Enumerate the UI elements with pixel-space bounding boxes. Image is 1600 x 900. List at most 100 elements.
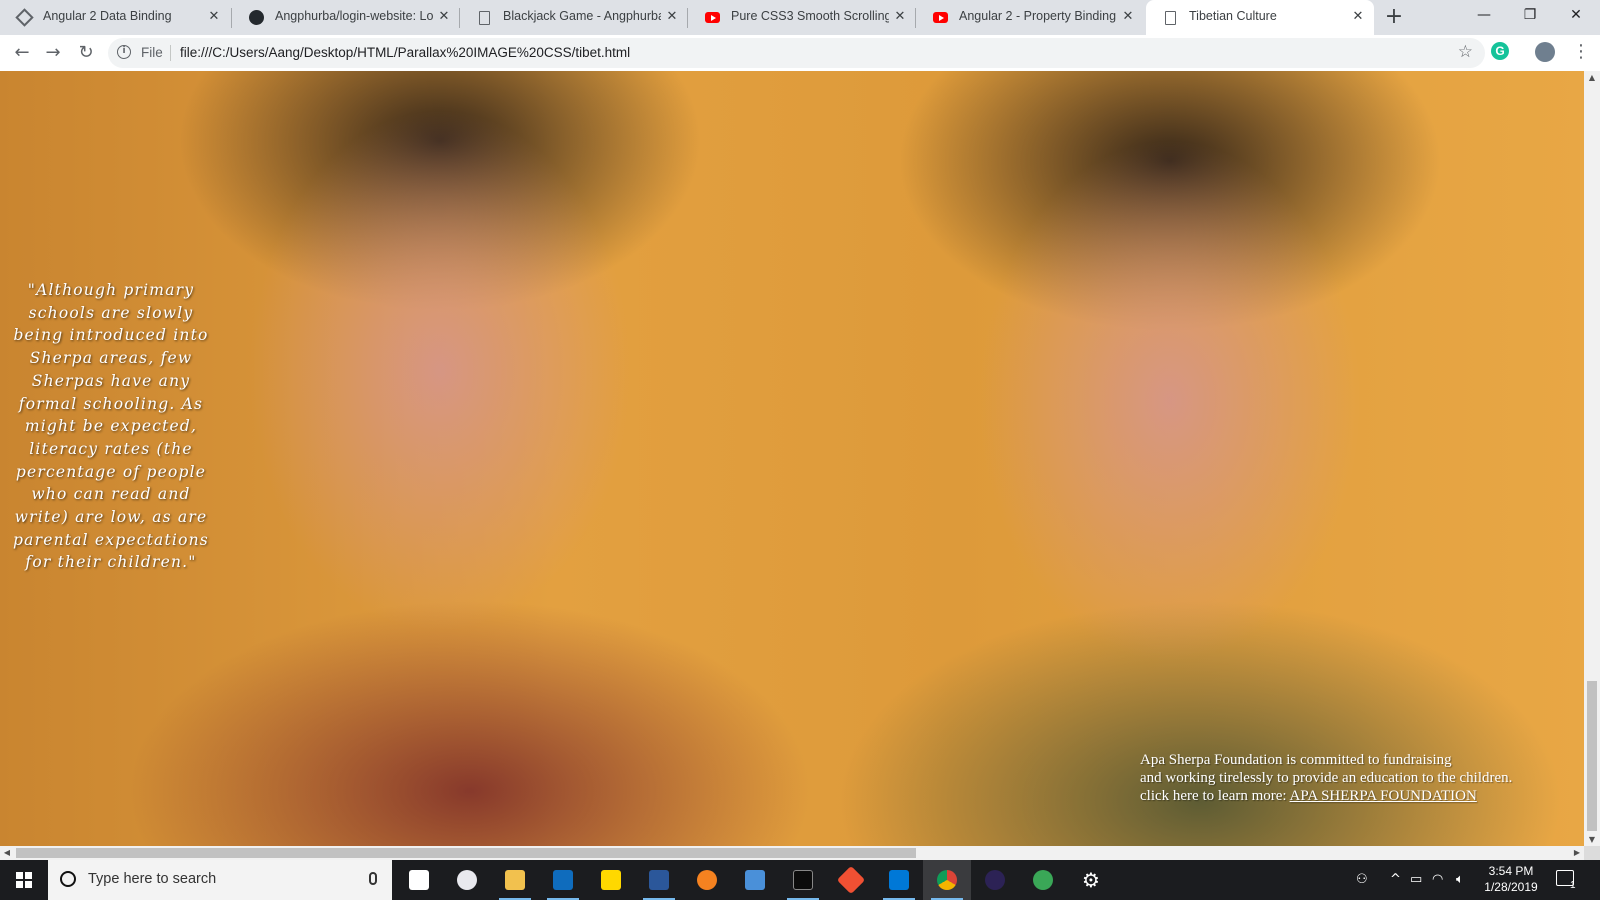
back-arrow-icon[interactable]: ←: [10, 41, 34, 65]
chrome-icon: [937, 870, 957, 890]
site-info-icon[interactable]: i: [117, 45, 131, 59]
asterisk-app-icon[interactable]: [683, 860, 731, 900]
apa-sherpa-foundation-link[interactable]: APA SHERPA FOUNDATION: [1290, 788, 1477, 804]
sticky-notes-app-icon[interactable]: [587, 860, 635, 900]
git-icon: [836, 865, 866, 895]
forward-arrow-icon[interactable]: →: [41, 41, 65, 65]
address-bar[interactable]: i File file:///C:/Users/Aang/Desktop/HTM…: [108, 38, 1485, 68]
tab-title: Tibetian Culture: [1189, 9, 1277, 23]
vscode-icon: [889, 870, 909, 890]
tab-angular-data-binding[interactable]: Angular 2 Data Binding ✕: [0, 0, 232, 35]
notification-count: 1: [1570, 880, 1576, 891]
wifi-icon[interactable]: ◠: [1432, 872, 1443, 887]
close-window-button[interactable]: ✕: [1553, 0, 1599, 30]
eclipse-app-icon[interactable]: [971, 860, 1019, 900]
settings-app-icon[interactable]: ⚙: [1067, 860, 1115, 900]
microphone-icon[interactable]: [369, 872, 377, 885]
restore-button[interactable]: ❐: [1507, 0, 1553, 30]
youtube-icon: [704, 9, 721, 26]
close-tab-icon[interactable]: ✕: [436, 9, 452, 25]
literacy-quote: "Although primary schools are slowly bei…: [13, 281, 209, 572]
terminal-app-icon[interactable]: [779, 860, 827, 900]
github-icon: [248, 9, 265, 26]
store-icon: [409, 870, 429, 890]
leaf-icon: [1033, 870, 1053, 890]
tab-login-website[interactable]: Angphurba/login-website: Log ✕: [232, 0, 460, 35]
clock-date: 1/28/2019: [1484, 880, 1538, 894]
youtube-icon: [932, 9, 949, 26]
bookmark-star-icon[interactable]: ☆: [1458, 42, 1473, 62]
windows-taskbar: Type here to search ⚙ ⚇ ^ ▭ ◠ 🔈︎ 3:54 PM…: [0, 860, 1600, 900]
tab-title: Angphurba/login-website: Log: [275, 9, 433, 23]
taskbar-search-box[interactable]: Type here to search: [48, 860, 392, 900]
word-app-icon[interactable]: [635, 860, 683, 900]
hero-photo-two-children: [0, 71, 1584, 846]
vertical-scrollbar[interactable]: ▲ ▼: [1584, 71, 1600, 846]
new-tab-button[interactable]: +: [1382, 6, 1406, 30]
chrome-app-icon[interactable]: [923, 860, 971, 900]
vertical-scroll-thumb[interactable]: [1587, 681, 1597, 831]
scroll-right-arrow-icon[interactable]: ▶: [1570, 846, 1584, 860]
tab-title: Pure CSS3 Smooth Scrolling To: [731, 9, 889, 23]
clock-time: 3:54 PM: [1488, 864, 1534, 878]
people-icon[interactable]: ⚇: [1356, 872, 1368, 887]
tab-title: Blackjack Game - Angphurba S: [503, 9, 661, 23]
gear-icon: ⚙: [1082, 868, 1100, 892]
close-tab-icon[interactable]: ✕: [206, 9, 222, 25]
foundation-line-2: and working tirelessly to provide an edu…: [1140, 770, 1513, 786]
git-app-icon[interactable]: [827, 860, 875, 900]
window-icon: [745, 870, 765, 890]
cortana-icon: [60, 871, 76, 887]
foundation-line-3: click here to learn more: APA SHERPA FOU…: [1140, 787, 1560, 805]
tab-property-binding[interactable]: Angular 2 - Property Binding - ✕: [916, 0, 1144, 35]
window-app-icon[interactable]: [731, 860, 779, 900]
folder-icon: [505, 870, 525, 890]
profile-avatar[interactable]: [1535, 42, 1555, 62]
taskbar-clock[interactable]: 3:54 PM 1/28/2019: [1476, 863, 1546, 895]
search-placeholder: Type here to search: [88, 871, 217, 887]
start-button[interactable]: [0, 860, 48, 900]
horizontal-scroll-thumb[interactable]: [16, 848, 916, 858]
volume-icon[interactable]: 🔈︎: [1456, 872, 1464, 887]
battery-icon[interactable]: ▭: [1410, 872, 1422, 887]
tab-title: Angular 2 Data Binding: [43, 9, 172, 23]
terminal-icon: [793, 870, 813, 890]
close-tab-icon[interactable]: ✕: [892, 9, 908, 25]
itunes-icon: [457, 870, 477, 890]
asterisk-icon: [697, 870, 717, 890]
itunes-app-icon[interactable]: [443, 860, 491, 900]
file-explorer-app-icon[interactable]: [491, 860, 539, 900]
close-tab-icon[interactable]: ✕: [1120, 9, 1136, 25]
document-icon: [1162, 9, 1179, 26]
foundation-notice: Apa Sherpa Foundation is committed to fu…: [1140, 751, 1560, 805]
address-divider: [170, 45, 171, 61]
tab-css3-smooth-scrolling[interactable]: Pure CSS3 Smooth Scrolling To ✕: [688, 0, 916, 35]
minimize-button[interactable]: —: [1461, 0, 1507, 30]
page-viewport: "Although primary schools are slowly bei…: [0, 71, 1584, 846]
tab-title: Angular 2 - Property Binding -: [959, 9, 1117, 23]
eclipse-icon: [985, 870, 1005, 890]
leaf-app-icon[interactable]: [1019, 860, 1067, 900]
url-text[interactable]: file:///C:/Users/Aang/Desktop/HTML/Paral…: [180, 45, 630, 60]
show-hidden-icons-chevron[interactable]: ^: [1390, 872, 1401, 887]
windows-logo-icon: [16, 872, 32, 888]
scroll-up-arrow-icon[interactable]: ▲: [1584, 73, 1600, 82]
reload-icon[interactable]: ↻: [74, 41, 98, 65]
grammarly-extension-icon[interactable]: G: [1491, 42, 1509, 60]
scheme-label: File: [141, 45, 163, 60]
vscode-app-icon[interactable]: [875, 860, 923, 900]
outlook-icon: [553, 870, 573, 890]
close-tab-icon[interactable]: ✕: [664, 9, 680, 25]
more-menu-icon[interactable]: ⋮: [1572, 40, 1590, 64]
tab-tibetian-culture[interactable]: Tibetian Culture ✕: [1146, 0, 1374, 35]
outlook-app-icon[interactable]: [539, 860, 587, 900]
scrollbar-corner: [1584, 846, 1600, 860]
word-icon: [649, 870, 669, 890]
horizontal-scrollbar[interactable]: ◀ ▶: [0, 846, 1584, 860]
foundation-link-prefix: click here to learn more:: [1140, 788, 1290, 804]
close-tab-icon[interactable]: ✕: [1350, 9, 1366, 25]
store-app-icon[interactable]: [395, 860, 443, 900]
tab-blackjack-game[interactable]: Blackjack Game - Angphurba S ✕: [460, 0, 688, 35]
scroll-down-arrow-icon[interactable]: ▼: [1584, 835, 1600, 844]
scroll-left-arrow-icon[interactable]: ◀: [0, 846, 14, 860]
